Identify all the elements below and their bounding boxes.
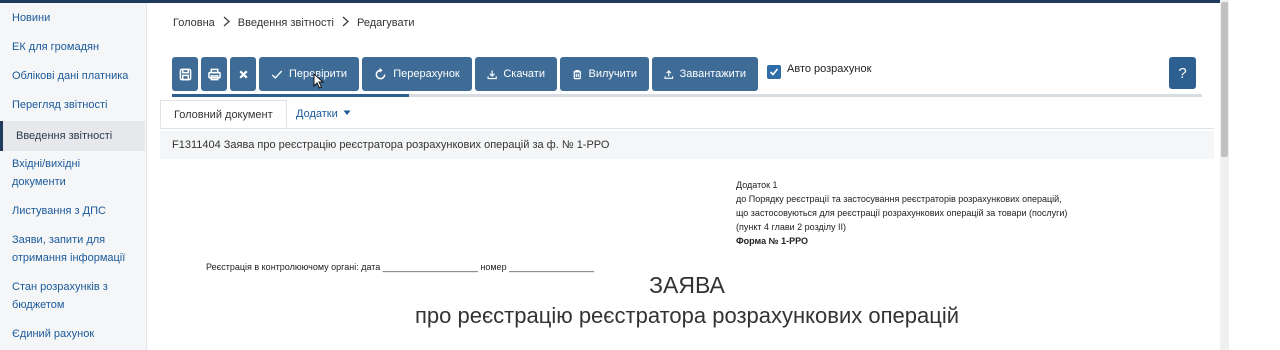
- tab-attachments-label: Додатки: [296, 108, 338, 120]
- check-icon: [769, 68, 779, 76]
- toolbar: Перевірити Перерахунок Скачати Вилучити …: [172, 57, 758, 91]
- breadcrumb-enter-reports[interactable]: Введення звітності: [238, 17, 334, 29]
- form-title: ЗАЯВА: [649, 272, 725, 298]
- refresh-icon: [375, 67, 386, 79]
- print-button[interactable]: [201, 57, 227, 91]
- sidebar-item-ek-citizens[interactable]: ЕК для громадян: [0, 38, 146, 56]
- trash-icon: [573, 69, 582, 79]
- document-tabs: Головний документ Додатки: [160, 100, 1214, 129]
- form-number: Форма № 1-РРО: [736, 236, 809, 246]
- appendix-line: до Порядку реєстрації та застосування ре…: [736, 194, 1062, 204]
- print-icon: [207, 68, 221, 80]
- appendix-line: (пункт 4 глави 2 розділу ІІ): [736, 222, 847, 232]
- recalculate-button-label: Перерахунок: [393, 68, 460, 80]
- chevron-right-icon: [223, 16, 230, 30]
- appendix-note: Додаток 1 до Порядку реєстрації та засто…: [736, 178, 1067, 248]
- delete-button-label: Вилучити: [588, 68, 637, 80]
- appendix-line: Додаток 1: [736, 180, 778, 190]
- save-button[interactable]: [172, 57, 198, 91]
- sidebar-item-view-reports[interactable]: Перегляд звітності: [0, 96, 146, 114]
- breadcrumb-current: Редагувати: [356, 17, 415, 29]
- sidebar-item-correspondence[interactable]: Листування з ДПС: [0, 202, 146, 220]
- form-header: F1311404 Заява про реєстрацію реєстратор…: [160, 131, 1214, 159]
- form-subtitle: про реєстрацію реєстратора розрахункових…: [414, 303, 959, 328]
- upload-button-label: Завантажити: [679, 68, 746, 80]
- breadcrumb-home[interactable]: Головна: [173, 17, 215, 29]
- tab-attachments[interactable]: Додатки: [283, 100, 364, 128]
- document-preview: Додаток 1 до Порядку реєстрації та засто…: [160, 161, 1214, 350]
- chevron-right-icon: [342, 16, 350, 30]
- auto-calc-toggle[interactable]: Авто розрахунок: [767, 63, 872, 79]
- sidebar-item-single-account[interactable]: Єдиний рахунок: [0, 325, 146, 343]
- close-button[interactable]: [230, 57, 256, 91]
- sidebar-item-incoming-outgoing-line2[interactable]: документи: [0, 173, 146, 191]
- sidebar-item-payer-data[interactable]: Облікові дані платника: [0, 67, 146, 85]
- auto-calc-checkbox[interactable]: [767, 65, 781, 79]
- download-icon: [487, 69, 497, 79]
- sidebar-item-budget-status-line2[interactable]: бюджетом: [0, 296, 146, 314]
- sidebar-item-budget-status[interactable]: Стан розрахунків з: [0, 278, 146, 296]
- breadcrumb: Головна Введення звітності Редагувати: [173, 16, 415, 30]
- page-scrollbar[interactable]: [1220, 0, 1229, 350]
- upload-button[interactable]: Завантажити: [652, 57, 758, 91]
- check-icon: [271, 70, 283, 79]
- auto-calc-label: Авто розрахунок: [787, 63, 872, 75]
- sidebar-item-requests-line2[interactable]: отримання інформації: [0, 249, 146, 267]
- appendix-line: що застосовуються для реєстрації розраху…: [736, 208, 1068, 218]
- upload-icon: [664, 69, 674, 79]
- sidebar-item-requests[interactable]: Заяви, запити для: [0, 231, 146, 249]
- close-icon: [238, 69, 248, 79]
- scrollbar-thumb[interactable]: [1221, 2, 1228, 157]
- tab-main-document[interactable]: Головний документ: [160, 100, 287, 128]
- sidebar-item-news[interactable]: Новини: [0, 9, 146, 27]
- verify-button[interactable]: Перевірити: [259, 57, 359, 91]
- caret-down-icon: [343, 110, 351, 115]
- registration-line: Реєстрація в контролюючому органі: дата …: [206, 262, 595, 272]
- progress-fill: [172, 94, 409, 97]
- mouse-cursor-icon: [313, 72, 325, 94]
- main-content: Головна Введення звітності Редагувати Пе…: [160, 3, 1214, 350]
- save-icon: [179, 68, 191, 80]
- sidebar-item-incoming-outgoing[interactable]: Вхідні/вихідні: [0, 155, 146, 173]
- sidebar-item-enter-reports[interactable]: Введення звітності: [0, 121, 145, 151]
- delete-button[interactable]: Вилучити: [560, 57, 649, 91]
- sidebar: Новини ЕК для громадян Облікові дані пла…: [0, 3, 147, 350]
- download-button[interactable]: Скачати: [475, 57, 557, 91]
- help-button[interactable]: ?: [1169, 57, 1196, 89]
- recalculate-button[interactable]: Перерахунок: [362, 57, 472, 91]
- download-button-label: Скачати: [503, 68, 545, 80]
- progress-bar: [172, 94, 1202, 97]
